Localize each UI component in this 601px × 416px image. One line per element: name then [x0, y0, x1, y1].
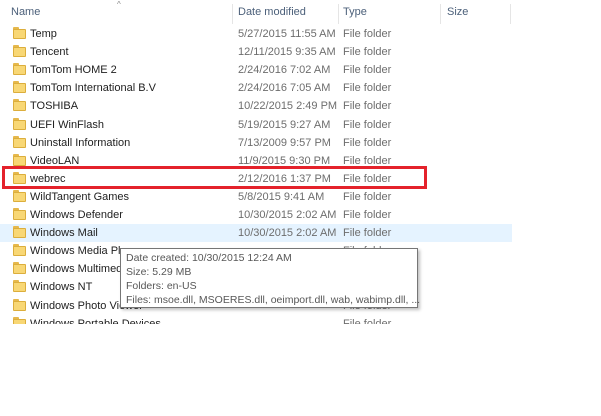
table-row[interactable]: Temp 5/27/2015 11:55 AM File folder	[0, 25, 512, 43]
tooltip-folders: Folders: en-US	[126, 280, 197, 292]
folder-icon	[13, 226, 26, 239]
table-row[interactable]: Tencent 12/11/2015 9:35 AM File folder	[0, 43, 512, 61]
table-row[interactable]: WildTangent Games 5/8/2015 9:41 AM File fo…	[0, 188, 512, 206]
row-name: Windows Mail	[30, 227, 98, 240]
column-divider[interactable]	[510, 4, 511, 24]
row-type: File folder	[343, 227, 392, 240]
row-date-modified: 10/30/2015 2:02 AM	[238, 227, 337, 240]
table-row[interactable]: Uninstall Information 7/13/2009 9:57 PM Fi…	[0, 134, 512, 152]
row-name: Windows Defender	[30, 209, 123, 221]
table-row[interactable]: UEFI WinFlash 5/19/2015 9:27 AM File folde…	[0, 116, 512, 134]
folder-tooltip: Date created: 10/30/2015 12:24 AM Size: …	[120, 248, 421, 308]
column-divider[interactable]	[338, 4, 339, 24]
folder-icon	[13, 244, 26, 257]
tooltip-files: Files: msoe.dll, MSOERES.dll, oeimport.d…	[126, 294, 421, 306]
table-row[interactable]: TomTom HOME 2 2/24/2016 7:02 AM File folde…	[0, 61, 512, 79]
folder-icon	[13, 117, 26, 130]
row-type: File folder	[343, 209, 392, 221]
row-date-modified: 5/8/2015 9:41 AM	[238, 190, 325, 203]
column-divider[interactable]	[440, 4, 441, 24]
highlight-box	[2, 166, 427, 189]
folder-icon	[13, 45, 26, 58]
row-name: Tencent	[30, 46, 69, 59]
row-type: File folder	[343, 46, 392, 59]
row-type: File folder	[343, 190, 392, 203]
tooltip-size: Size: 5.29 MB	[126, 266, 192, 278]
column-header-type[interactable]: Type	[343, 0, 438, 24]
row-date-modified: 12/11/2015 9:35 AM	[238, 46, 336, 59]
column-header-name[interactable]: Name	[11, 0, 231, 24]
row-date-modified: 5/19/2015 9:27 AM	[238, 118, 331, 131]
row-name: TomTom HOME 2	[30, 64, 117, 77]
column-divider[interactable]	[232, 4, 233, 24]
row-name: UEFI WinFlash	[30, 118, 104, 131]
row-name: Windows Portable Devices	[30, 317, 161, 324]
folder-icon	[13, 298, 26, 311]
row-date-modified: 10/22/2015 2:49 PM	[238, 100, 338, 113]
folder-icon	[13, 99, 26, 112]
table-row[interactable]: Windows Mail 10/30/2015 2:02 AM File folde…	[0, 224, 512, 243]
row-name: WildTangent Games	[30, 190, 130, 203]
row-date-modified: 7/13/2009 9:57 PM	[238, 136, 331, 149]
folder-icon	[13, 153, 26, 166]
table-row[interactable]: Windows Portable Devices File folder	[0, 315, 512, 324]
row-date-modified: 10/30/2015 2:02 AM	[238, 209, 337, 221]
row-date-modified	[238, 315, 338, 324]
row-type: File folder	[343, 118, 392, 131]
row-type: File folder	[343, 28, 392, 40]
folder-icon	[13, 208, 26, 220]
row-type: File folder	[343, 136, 392, 149]
row-type: File folder	[343, 100, 392, 113]
table-row[interactable]: TOSHIBA 10/22/2015 2:49 PM File folder	[0, 97, 512, 115]
table-row[interactable]: TomTom International B.V 2/24/2016 7:05 A…	[0, 79, 512, 97]
row-name: TomTom International B.V	[30, 82, 156, 95]
folder-icon	[13, 135, 26, 148]
column-header-date-modified[interactable]: Date modified	[238, 0, 338, 24]
folder-icon	[13, 63, 26, 76]
row-type: File folder	[343, 64, 392, 77]
row-name: Temp	[30, 28, 57, 40]
tooltip-date-created: Date created: 10/30/2015 12:24 AM	[126, 252, 292, 264]
table-row[interactable]: Windows Defender 10/30/2015 2:02 AM File f…	[0, 206, 512, 224]
folder-icon	[13, 262, 26, 275]
row-name: TOSHIBA	[30, 100, 79, 113]
row-date-modified: 5/27/2015 11:55 AM	[238, 28, 336, 40]
column-header-bar: ^ Name Date modified Type Size	[0, 0, 601, 24]
row-date-modified: 2/24/2016 7:05 AM	[238, 82, 331, 95]
row-name: Uninstall Information	[30, 136, 131, 149]
column-header-size[interactable]: Size	[447, 0, 507, 24]
folder-icon	[13, 189, 26, 202]
folder-icon	[13, 316, 26, 324]
folder-icon	[13, 27, 26, 39]
row-type: File folder	[343, 317, 392, 324]
row-date-modified: 2/24/2016 7:02 AM	[238, 64, 331, 77]
folder-icon	[13, 280, 26, 293]
folder-icon	[13, 81, 26, 94]
row-type: File folder	[343, 82, 392, 95]
